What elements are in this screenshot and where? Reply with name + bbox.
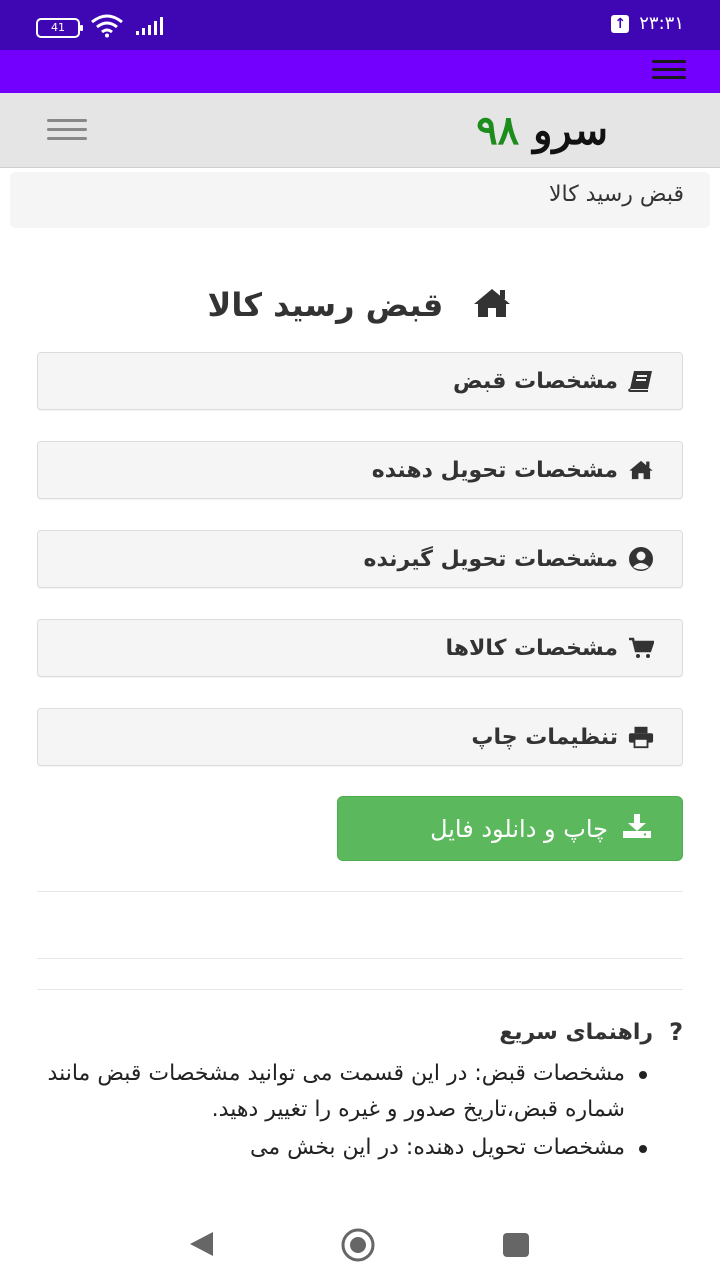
question-icon: ? xyxy=(669,1018,683,1046)
logo-number: ۹۸ xyxy=(476,107,520,154)
system-nav-bar xyxy=(0,1210,720,1280)
top-app-bar xyxy=(0,50,720,93)
list-item: مشخصات قبض: در این قسمت می توانید مشخصات… xyxy=(37,1056,647,1128)
section-label: تنظیمات چاپ xyxy=(471,724,618,750)
download-icon xyxy=(622,813,652,845)
book-icon xyxy=(628,368,654,394)
signal-icon xyxy=(134,16,164,40)
clock: ۲۳:۳۱ xyxy=(639,13,684,34)
breadcrumb: قبض رسید کالا xyxy=(10,172,710,228)
upload-notification-icon: ↑ xyxy=(611,14,630,33)
menu-icon[interactable] xyxy=(652,60,686,84)
battery-indicator: 41 xyxy=(36,18,83,38)
section-deliverer-details[interactable]: مشخصات تحویل دهنده xyxy=(37,441,683,499)
status-bar: 41 ↑ ۲۳:۳۱ xyxy=(0,0,720,50)
wifi-icon xyxy=(90,14,124,42)
logo-text: سرو xyxy=(533,107,608,154)
quick-guide-list: مشخصات قبض: در این قسمت می توانید مشخصات… xyxy=(37,1056,683,1166)
section-goods-details[interactable]: مشخصات کالاها xyxy=(37,619,683,677)
back-icon[interactable] xyxy=(187,1230,215,1262)
page-title-text: قبض رسید کالا xyxy=(207,286,444,324)
divider xyxy=(37,989,683,990)
site-logo[interactable]: سرو ۹۸ xyxy=(476,107,608,154)
home-icon xyxy=(472,287,512,327)
cart-icon xyxy=(628,635,654,661)
section-receiver-details[interactable]: مشخصات تحویل گیرنده xyxy=(37,530,683,588)
status-icons-right: ↑ ۲۳:۳۱ xyxy=(611,13,684,34)
status-icons-left: 41 xyxy=(36,14,164,42)
recents-icon[interactable] xyxy=(502,1232,530,1262)
list-item: مشخصات تحویل دهنده: در این بخش می xyxy=(37,1130,647,1166)
user-circle-icon xyxy=(628,546,654,572)
site-header: سرو ۹۸ xyxy=(0,93,720,168)
printer-icon xyxy=(628,724,654,750)
section-label: مشخصات کالاها xyxy=(445,635,618,661)
divider xyxy=(37,891,683,892)
section-label: مشخصات تحویل گیرنده xyxy=(363,546,618,572)
quick-guide-title: ? راهنمای سریع xyxy=(37,1018,683,1046)
section-print-settings[interactable]: تنظیمات چاپ xyxy=(37,708,683,766)
quick-guide-title-text: راهنمای سریع xyxy=(499,1019,654,1045)
divider xyxy=(37,958,683,959)
print-download-label: چاپ و دانلود فایل xyxy=(430,814,608,843)
section-label: مشخصات قبض xyxy=(453,368,618,394)
home-icon xyxy=(628,457,654,483)
quick-guide: ? راهنمای سریع مشخصات قبض: در این قسمت م… xyxy=(37,1018,683,1168)
page-title: قبض رسید کالا xyxy=(0,286,720,327)
section-label: مشخصات تحویل دهنده xyxy=(371,457,618,483)
home-button-icon[interactable] xyxy=(339,1228,377,1266)
section-receipt-details[interactable]: مشخصات قبض xyxy=(37,352,683,410)
print-download-button[interactable]: چاپ و دانلود فایل xyxy=(337,796,683,861)
breadcrumb-current: قبض رسید کالا xyxy=(548,182,684,207)
nav-toggle-icon[interactable] xyxy=(47,119,87,146)
